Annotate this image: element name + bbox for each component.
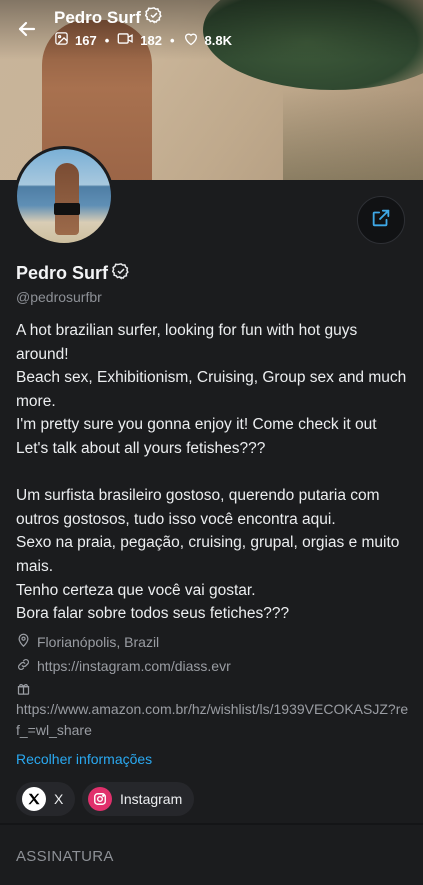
social-instagram-button[interactable]: Instagram — [82, 782, 195, 816]
gift-row — [16, 681, 31, 699]
header-title-text: Pedro Surf — [54, 7, 141, 27]
top-bar: Pedro Surf 167 • 182 • 8.8K — [0, 0, 423, 60]
profile-handle: @pedrosurfbr — [16, 289, 102, 305]
subscription-section-title: ASSINATURA — [16, 848, 114, 865]
location-row: Florianópolis, Brazil — [16, 633, 159, 651]
header-stats: 167 • 182 • 8.8K — [54, 31, 232, 49]
image-icon — [54, 31, 69, 49]
verified-badge-icon — [111, 262, 130, 285]
link-icon — [16, 657, 31, 675]
social-instagram-label: Instagram — [120, 791, 183, 807]
wishlist-link[interactable]: https://www.amazon.com.br/hz/wishlist/ls… — [16, 699, 411, 741]
header-title: Pedro Surf — [54, 6, 163, 29]
videos-stat: 182 — [117, 31, 162, 49]
video-icon — [117, 31, 134, 49]
photos-count: 167 — [75, 32, 97, 48]
section-divider — [0, 823, 423, 825]
avatar[interactable] — [14, 146, 114, 246]
videos-count: 182 — [140, 32, 162, 48]
share-button[interactable] — [357, 196, 405, 244]
likes-count: 8.8K — [204, 32, 232, 48]
share-icon — [370, 207, 392, 234]
social-x-label: X — [54, 791, 64, 807]
profile-link[interactable]: https://instagram.com/diass.evr — [37, 658, 231, 674]
photos-stat: 167 — [54, 31, 97, 49]
link-row[interactable]: https://instagram.com/diass.evr — [16, 657, 231, 675]
heart-icon — [183, 31, 199, 49]
x-logo-icon — [22, 787, 46, 811]
location-pin-icon — [16, 633, 31, 651]
gift-icon — [16, 681, 31, 699]
profile-name-text: Pedro Surf — [16, 263, 109, 283]
back-arrow-icon[interactable] — [15, 17, 39, 41]
location-text: Florianópolis, Brazil — [37, 634, 160, 650]
social-x-button[interactable]: X — [16, 782, 76, 816]
likes-stat: 8.8K — [183, 31, 232, 49]
verified-icon — [144, 6, 163, 29]
profile-name: Pedro Surf — [16, 262, 130, 285]
profile-bio: A hot brazilian surfer, looking for fun … — [16, 322, 407, 623]
instagram-icon — [88, 787, 112, 811]
collapse-info-link[interactable]: Recolher informações — [16, 751, 152, 767]
